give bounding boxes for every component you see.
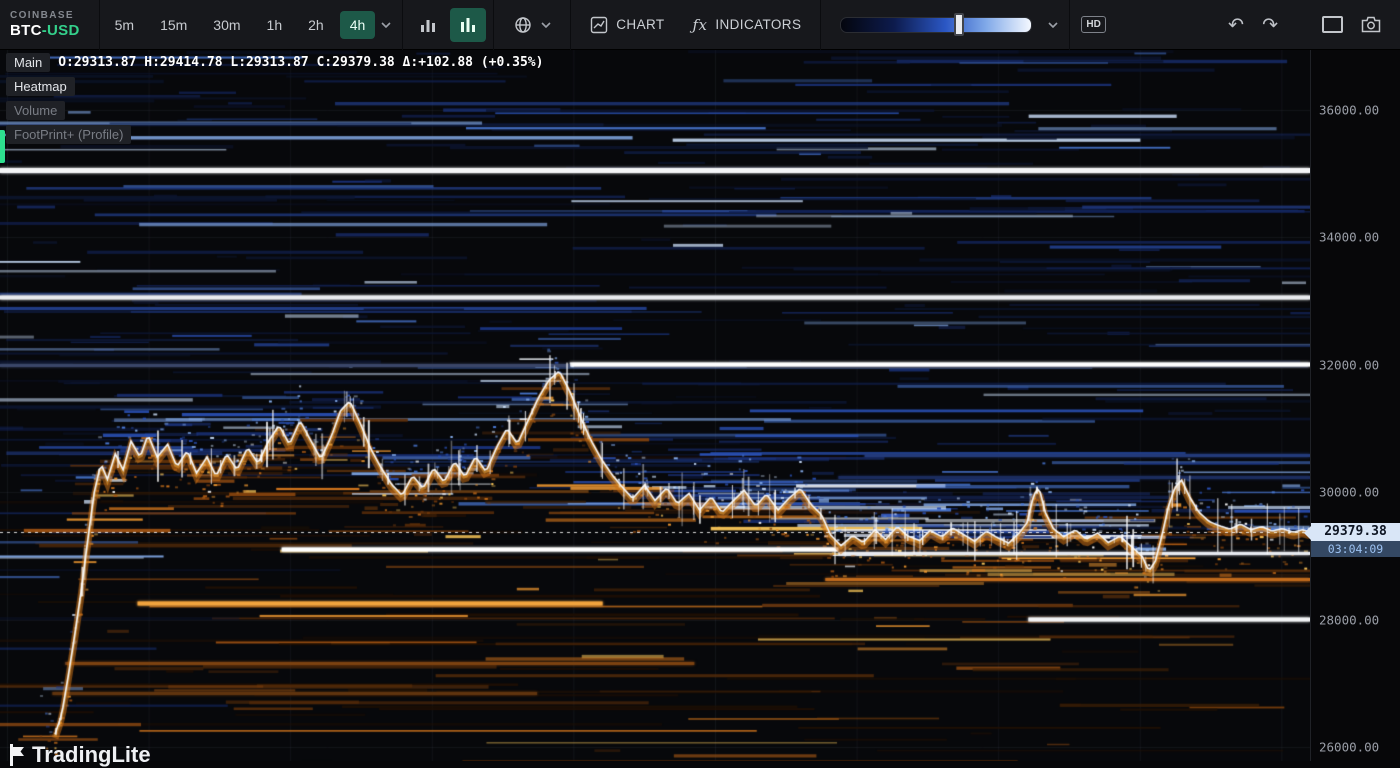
toolbar-separator [820,0,821,50]
symbol-name: BTC-USD [10,22,80,39]
toolbar-separator [402,0,403,50]
price-tick: 32000.00 [1319,357,1379,372]
chevron-down-icon [1048,22,1058,28]
redo-icon: ↷ [1262,14,1278,36]
layer-volume[interactable]: Volume [6,101,65,120]
toolbar-separator [1069,0,1070,50]
chart-panel-icon [590,16,608,34]
candle-chart-view-button[interactable] [410,8,446,42]
chevron-down-icon [541,22,551,28]
palette-slider-handle[interactable] [954,13,964,36]
price-tick: 36000.00 [1319,102,1379,117]
timeframe-2h[interactable]: 2h [298,11,334,39]
camera-icon [1361,16,1381,33]
candle-countdown: 03:04:09 [1311,541,1400,557]
heatmap-canvas[interactable] [0,50,1310,761]
timeframe-group: 5m15m30m1h2h4h [105,11,376,39]
price-tick: 34000.00 [1319,230,1379,245]
watermark: TradingLite [8,742,151,768]
redo-button[interactable]: ↷ [1253,10,1287,40]
layer-main[interactable]: Main [6,53,50,72]
timeframe-5m[interactable]: 5m [105,11,144,39]
heatmap-palette-slider[interactable] [840,17,1032,33]
timeframe-dropdown-button[interactable] [375,16,397,34]
last-price-value: 29379.38 [1311,523,1400,541]
price-tick: 28000.00 [1319,612,1379,627]
timeframe-15m[interactable]: 15m [150,11,197,39]
bar-chart-icon [419,16,437,34]
chart-button-label: CHART [616,17,664,32]
chevron-down-icon [381,22,391,28]
toolbar: COINBASE BTC-USD 5m15m30m1h2h4h CHART ƒx… [0,0,1400,50]
heatmap-view-button[interactable] [450,8,486,42]
hd-badge[interactable]: HD [1081,16,1105,33]
price-notch-icon [1304,526,1311,540]
ohlc-readout: O:29313.87 H:29414.78 L:29313.87 C:29379… [58,55,543,70]
undo-icon: ↶ [1228,14,1244,36]
palette-dropdown-button[interactable] [1042,16,1064,34]
legend: Main O:29313.87 H:29414.78 L:29313.87 C:… [6,53,543,149]
price-tick: 26000.00 [1319,739,1379,754]
exchange-globe-button[interactable] [499,9,565,41]
timeframe-4h[interactable]: 4h [340,11,376,39]
screenshot-button[interactable] [1352,12,1390,37]
symbol-base: BTC [10,22,42,39]
toolbar-separator [570,0,571,50]
indicators-button[interactable]: ƒx INDICATORS [679,10,816,40]
layout-window-button[interactable] [1313,12,1352,37]
last-price-badge: 29379.38 03:04:09 [1311,523,1400,557]
fx-icon: ƒx [693,16,708,34]
globe-icon [513,15,533,35]
drawing-toolbar-accent[interactable] [0,130,5,163]
exchange-name: COINBASE [10,10,80,22]
price-tick: 30000.00 [1319,485,1379,500]
price-scale[interactable]: 36000.00 34000.00 32000.00 30000.00 28000.00… [1310,50,1400,761]
window-icon [1322,16,1343,33]
legend-main-row: Main O:29313.87 H:29414.78 L:29313.87 C:… [6,53,543,72]
symbol-quote: -USD [42,22,80,39]
symbol-selector[interactable]: COINBASE BTC-USD [0,6,94,43]
timeframe-30m[interactable]: 30m [203,11,250,39]
layer-footprint-profile[interactable]: FootPrint+ (Profile) [6,125,131,144]
chart-button[interactable]: CHART [576,10,678,40]
tradinglite-logo-icon [8,743,26,767]
timeframe-1h[interactable]: 1h [257,11,293,39]
undo-button[interactable]: ↶ [1219,10,1253,40]
toolbar-separator [99,0,100,50]
layer-heatmap[interactable]: Heatmap [6,77,75,96]
watermark-text: TradingLite [32,742,151,768]
toolbar-separator [493,0,494,50]
heatmap-bars-icon [459,16,477,34]
legend-layers: Heatmap Volume FootPrint+ (Profile) [6,77,543,144]
indicators-button-label: INDICATORS [715,17,801,32]
